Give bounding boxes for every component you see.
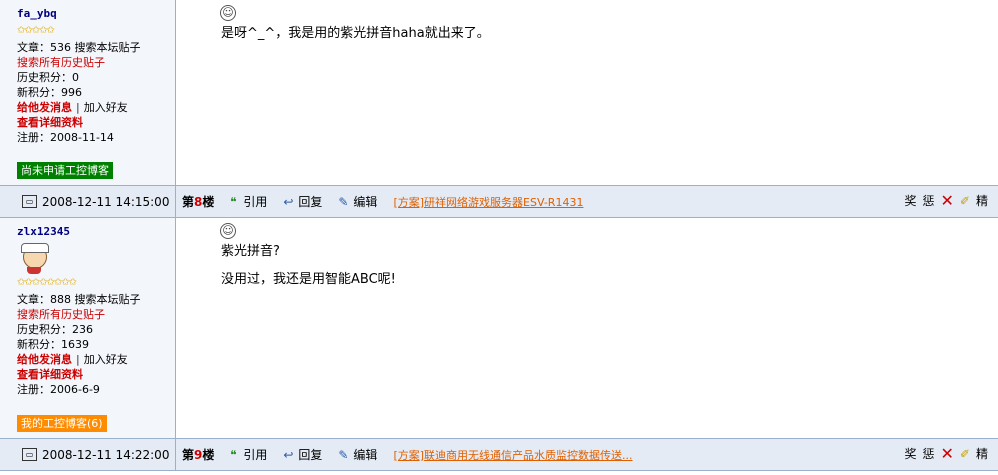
floor-number: 第9楼 (182, 448, 215, 462)
post-count[interactable]: 文章：888 搜索本坛贴子 (17, 292, 175, 307)
view-profile-link[interactable]: 查看详细资料 (17, 115, 175, 130)
tool-icon[interactable]: ✐ (960, 194, 970, 208)
quote-button[interactable]: ❝ 引用 (226, 193, 267, 210)
smiley-icon: ☺ (220, 5, 236, 21)
add-friend-link[interactable]: 加入好友 (84, 353, 128, 366)
reply-icon: ↩ (283, 447, 294, 462)
new-points: 新积分：1639 (17, 338, 89, 351)
post-count[interactable]: 文章：536 搜索本坛贴子 (17, 40, 175, 55)
ad-link[interactable]: [方案]研祥网络游戏服务器ESV-R1431 (393, 194, 583, 210)
user-panel: zlx12345 ✩✩✩✩✩✩✩✩ 文章：888 搜索本坛贴子 搜索所有历史贴子… (0, 218, 176, 438)
quote-icon: ❝ (230, 194, 237, 209)
tool-icon[interactable]: ✐ (960, 447, 970, 461)
elite-button[interactable]: 精 (976, 445, 988, 462)
new-points: 新积分：996 (17, 86, 82, 99)
history-points: 历史积分：0 (17, 71, 79, 84)
username[interactable]: fa_ybq (17, 6, 175, 21)
register-date: 注册：2008-11-14 (17, 131, 114, 144)
post-content: ☺ 紫光拼音? 没用过，我还是用智能ABC呢! (176, 218, 998, 438)
edit-button[interactable]: ✎ 编辑 (336, 193, 377, 210)
post-footer-2: ▭ 2008-12-11 14:22:00 第9楼 ❝ 引用 ↩ 回复 ✎ 编辑 [方案… (0, 439, 998, 471)
blog-badge[interactable]: 尚未申请工控博客 (17, 162, 113, 179)
blog-badge[interactable]: 我的工控博客(6) (17, 415, 107, 432)
search-history-link[interactable]: 搜索所有历史贴子 (17, 307, 175, 322)
quote-button[interactable]: ❝ 引用 (226, 446, 267, 463)
username[interactable]: zlx12345 (17, 224, 175, 239)
separator: | (76, 101, 80, 114)
reward-button[interactable]: 奖 (904, 445, 916, 462)
computer-icon: ▭ (22, 448, 37, 461)
message-line: 是呀^_^，我是用的紫光拼音haha就出来了。 (221, 26, 490, 41)
computer-icon: ▭ (22, 195, 37, 208)
post-1: fa_ybq ✩✩✩✩✩ 文章：536 搜索本坛贴子 搜索所有历史贴子 历史积分… (0, 0, 998, 186)
floor-number: 第8楼 (182, 195, 215, 209)
rank-stars: ✩✩✩✩✩ (17, 25, 55, 36)
view-profile-link[interactable]: 查看详细资料 (17, 367, 175, 382)
reply-button[interactable]: ↩ 回复 (281, 446, 322, 463)
delete-icon[interactable]: ✕ (941, 445, 954, 462)
elite-button[interactable]: 精 (976, 192, 988, 209)
moderation-tools: 奖 惩 ✕ ✐ 精 (904, 445, 988, 462)
message-line: 紫光拼音? (221, 244, 280, 259)
reply-button[interactable]: ↩ 回复 (281, 193, 322, 210)
punish-button[interactable]: 惩 (923, 445, 935, 462)
send-message-link[interactable]: 给他发消息 (17, 353, 72, 366)
quote-icon: ❝ (230, 447, 237, 462)
post-2: zlx12345 ✩✩✩✩✩✩✩✩ 文章：888 搜索本坛贴子 搜索所有历史贴子… (0, 218, 998, 439)
delete-icon[interactable]: ✕ (941, 192, 954, 209)
message-line: 没用过，我还是用智能ABC呢! (221, 272, 396, 287)
moderation-tools: 奖 惩 ✕ ✐ 精 (904, 192, 988, 209)
user-panel: fa_ybq ✩✩✩✩✩ 文章：536 搜索本坛贴子 搜索所有历史贴子 历史积分… (0, 0, 176, 185)
rank-stars: ✩✩✩✩✩✩✩✩ (17, 277, 77, 288)
separator: | (76, 353, 80, 366)
reward-button[interactable]: 奖 (904, 192, 916, 209)
smiley-icon: ☺ (220, 223, 236, 239)
reply-icon: ↩ (283, 194, 294, 209)
send-message-link[interactable]: 给他发消息 (17, 101, 72, 114)
post-content: ☺ 是呀^_^，我是用的紫光拼音haha就出来了。 (176, 0, 998, 185)
history-points: 历史积分：236 (17, 323, 93, 336)
punish-button[interactable]: 惩 (923, 192, 935, 209)
edit-icon: ✎ (338, 194, 349, 209)
edit-icon: ✎ (338, 447, 349, 462)
post-timestamp: 2008-12-11 14:22:00 (42, 447, 170, 462)
post-footer-1: ▭ 2008-12-11 14:15:00 第8楼 ❝ 引用 ↩ 回复 ✎ 编辑 [方案… (0, 186, 998, 218)
add-friend-link[interactable]: 加入好友 (84, 101, 128, 114)
edit-button[interactable]: ✎ 编辑 (336, 446, 377, 463)
post-timestamp: 2008-12-11 14:15:00 (42, 194, 170, 209)
ad-link[interactable]: [方案]联迪商用无线通信产品水质监控数据传送... (393, 447, 632, 463)
register-date: 注册：2006-6-9 (17, 383, 100, 396)
avatar[interactable] (17, 243, 51, 275)
search-history-link[interactable]: 搜索所有历史贴子 (17, 55, 175, 70)
